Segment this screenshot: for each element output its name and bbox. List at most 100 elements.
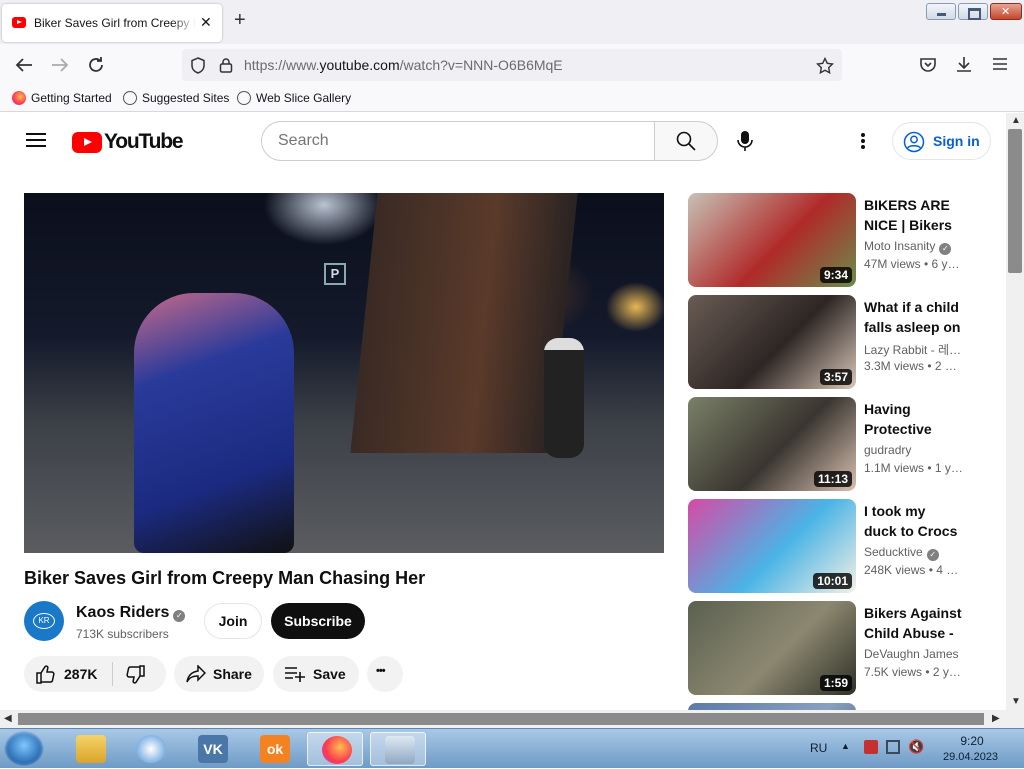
back-arrow-icon[interactable] xyxy=(14,56,34,74)
taskbar-vk[interactable]: VK xyxy=(184,732,240,766)
scroll-right-arrow-icon[interactable]: ▶ xyxy=(992,713,1000,724)
account-icon xyxy=(903,131,925,153)
show-hidden-icons-icon[interactable]: ▲ xyxy=(841,741,850,751)
horizontal-scroll-thumb[interactable] xyxy=(18,713,984,725)
verified-icon: ✓ xyxy=(926,549,939,561)
recommendation-channel[interactable]: Lazy Rabbit - 레이지래빗 xyxy=(864,341,962,358)
subscribe-button[interactable]: Subscribe xyxy=(271,603,365,639)
recommendation-title[interactable]: Having Protective Dogs xyxy=(864,399,962,439)
verified-icon: ✓ xyxy=(939,243,952,255)
more-options-icon[interactable] xyxy=(860,132,866,150)
taskbar-app-bird[interactable] xyxy=(122,732,178,766)
bookmark-suggested-sites[interactable]: Suggested Sites xyxy=(123,91,229,105)
more-horizontal-icon: ••• xyxy=(376,665,386,677)
url-text[interactable]: https://www.youtube.com/watch?v=NNN-O6B6… xyxy=(244,57,563,73)
recommendation-card[interactable]: 10:01 I took my duck to Crocs 🐢🦆 Seducktiv… xyxy=(688,499,988,593)
recommendation-channel[interactable]: DeVaughn James xyxy=(864,647,962,661)
recommendation-title[interactable]: BIKERS ARE NICE | Bikers Helping People xyxy=(864,195,962,235)
recommendation-card[interactable]: Animals That xyxy=(688,703,988,710)
recommendation-meta: 248K views • 4 months ago xyxy=(864,563,964,577)
dislike-button[interactable] xyxy=(113,656,166,692)
video-player[interactable]: P xyxy=(24,193,664,553)
tab-close-icon[interactable]: ✕ xyxy=(200,14,212,31)
clock-date[interactable]: 29.04.2023 xyxy=(943,751,998,763)
app-menu-icon[interactable] xyxy=(992,57,1008,71)
shield-icon[interactable] xyxy=(190,57,206,74)
recommendation-channel[interactable]: Moto Insanity ✓ xyxy=(864,239,962,255)
recommendation-card[interactable]: 11:13 Having Protective Dogs gudradry 1.1M … xyxy=(688,397,988,491)
youtube-logo-text: YouTube xyxy=(104,130,184,153)
video-thumbnail[interactable]: 1:59 xyxy=(688,601,856,695)
video-thumbnail[interactable]: 10:01 xyxy=(688,499,856,593)
like-button[interactable]: 287K xyxy=(24,656,112,692)
microphone-icon[interactable] xyxy=(737,130,753,152)
search-icon xyxy=(676,131,696,151)
bookmark-star-icon[interactable] xyxy=(816,57,834,74)
taskbar-keyboard-app[interactable] xyxy=(370,732,426,766)
bookmark-web-slice-gallery[interactable]: Web Slice Gallery xyxy=(237,91,351,105)
share-button[interactable]: Share xyxy=(174,656,264,692)
recommendation-card[interactable]: 1:59 Bikers Against Child Abuse - Eye DeVa… xyxy=(688,601,988,695)
channel-name[interactable]: Kaos Riders ✓ xyxy=(76,604,186,622)
video-duration: 11:13 xyxy=(813,471,852,487)
thumbs-up-icon xyxy=(36,665,55,684)
video-thumbnail[interactable]: 9:34 xyxy=(688,193,856,287)
window-close-button[interactable] xyxy=(990,3,1022,20)
recommendation-channel[interactable]: gudradry xyxy=(864,443,962,457)
vertical-scrollbar[interactable]: ▲ ▼ xyxy=(1006,113,1024,710)
taskbar-explorer[interactable] xyxy=(62,732,118,766)
taskbar-odnoklassniki[interactable]: ok xyxy=(246,732,302,766)
network-icon[interactable] xyxy=(886,740,900,754)
hamburger-menu-icon[interactable] xyxy=(26,132,46,148)
recommendation-channel[interactable]: Seducktive ✓ xyxy=(864,545,962,561)
taskbar-firefox[interactable] xyxy=(307,732,363,766)
horizontal-scrollbar[interactable]: ◀ ▶ xyxy=(0,710,1024,728)
lock-icon[interactable] xyxy=(219,57,233,73)
sign-in-button[interactable]: Sign in xyxy=(892,122,991,160)
recommendation-card[interactable]: 9:34 BIKERS ARE NICE | Bikers Helping Peo… xyxy=(688,193,988,287)
recommendation-title[interactable]: I took my duck to Crocs 🐢🦆 xyxy=(864,501,962,541)
video-thumbnail[interactable]: 3:57 xyxy=(688,295,856,389)
bird-app-icon xyxy=(136,735,166,763)
window-maximize-button[interactable] xyxy=(958,3,988,20)
vk-icon: VK xyxy=(198,735,228,763)
vertical-scroll-thumb[interactable] xyxy=(1008,129,1022,273)
folder-icon xyxy=(76,735,106,763)
new-tab-button[interactable]: + xyxy=(234,10,246,30)
language-indicator[interactable]: RU xyxy=(810,741,827,755)
downloads-icon[interactable] xyxy=(955,55,973,73)
join-button[interactable]: Join xyxy=(204,603,262,639)
recommendation-title[interactable]: Bikers Against Child Abuse - Eye xyxy=(864,603,962,643)
sign-in-label: Sign in xyxy=(933,133,980,149)
address-bar[interactable]: https://www.youtube.com/watch?v=NNN-O6B6… xyxy=(182,49,842,81)
forward-arrow-icon[interactable] xyxy=(50,56,70,74)
video-thumbnail[interactable] xyxy=(688,703,856,710)
volume-muted-icon[interactable]: 🔇 xyxy=(908,739,924,755)
video-thumbnail[interactable]: 11:13 xyxy=(688,397,856,491)
start-button[interactable] xyxy=(4,731,44,767)
playlist-add-icon xyxy=(285,667,305,682)
scroll-down-arrow-icon[interactable]: ▼ xyxy=(1011,696,1021,707)
share-icon xyxy=(186,665,206,683)
tab-active[interactable]: Biker Saves Girl from Creepy Man Chasing… xyxy=(2,4,222,42)
scroll-left-arrow-icon[interactable]: ◀ xyxy=(4,713,12,724)
pocket-icon[interactable] xyxy=(919,56,937,73)
tab-title: Biker Saves Girl from Creepy Man Chasing… xyxy=(34,16,196,30)
channel-avatar[interactable]: KR xyxy=(24,601,64,641)
video-frame-man xyxy=(544,338,584,458)
clock-time[interactable]: 9:20 xyxy=(960,734,984,748)
save-button[interactable]: Save xyxy=(273,656,359,692)
video-duration: 1:59 xyxy=(819,675,852,691)
search-button[interactable] xyxy=(654,121,718,161)
scroll-up-arrow-icon[interactable]: ▲ xyxy=(1011,115,1021,126)
bookmark-getting-started[interactable]: Getting Started xyxy=(12,91,112,105)
youtube-play-logo-icon xyxy=(72,132,102,153)
recommendation-card[interactable]: 3:57 What if a child falls asleep on the … xyxy=(688,295,988,389)
more-actions-button[interactable]: ••• xyxy=(367,656,403,692)
firefox-icon xyxy=(12,91,26,105)
window-minimize-button[interactable] xyxy=(926,3,956,20)
action-center-icon[interactable] xyxy=(864,740,878,754)
reload-icon[interactable] xyxy=(87,56,105,74)
search-input[interactable] xyxy=(278,130,638,152)
recommendation-title[interactable]: What if a child falls asleep on the plan… xyxy=(864,297,962,337)
